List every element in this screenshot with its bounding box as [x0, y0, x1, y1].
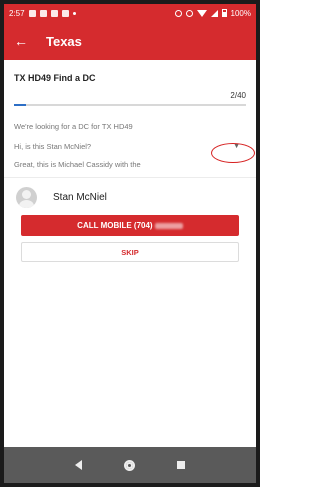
phone-screen: 2:57 100% ← Texas TX HD49 Find a DC 2/40… [4, 4, 256, 483]
wifi-icon [196, 9, 207, 17]
avatar [16, 187, 37, 208]
task-title: TX HD49 Find a DC [14, 73, 96, 83]
data-saver-icon [174, 9, 182, 17]
app-notification-icon [39, 9, 47, 17]
app-bar-title: Texas [46, 33, 82, 49]
avatar-body-icon [19, 200, 34, 208]
progress-bar-fill [14, 104, 26, 106]
android-nav-bar [4, 447, 256, 483]
progress-count: 2/40 [230, 91, 246, 100]
call-mobile-button[interactable]: CALL MOBILE (704) [21, 215, 239, 236]
status-right: 100% [174, 8, 251, 18]
script-line-greeting: Hi, is this Stan McNiel? [14, 142, 92, 151]
status-time: 2:57 [9, 8, 25, 18]
nav-back-icon[interactable] [75, 460, 82, 470]
contact-row: Stan McNiel [4, 177, 256, 211]
script-line-intro: We're looking for a DC for TX HD49 [14, 122, 133, 131]
nav-home-icon[interactable] [124, 459, 135, 471]
back-arrow-icon[interactable]: ← [14, 33, 32, 49]
annotation-circle [211, 143, 255, 163]
gallery-icon [28, 9, 36, 17]
app-bar: ← Texas [4, 22, 256, 60]
more-notifications-icon [72, 11, 76, 15]
sync-icon [61, 9, 69, 17]
call-mobile-label: CALL MOBILE (704) [77, 221, 153, 230]
contact-card: Stan McNiel CALL MOBILE (704) SKIP [4, 177, 256, 262]
contact-name: Stan McNiel [53, 192, 107, 203]
skip-button[interactable]: SKIP [21, 242, 239, 262]
hotspot-icon [185, 9, 193, 17]
status-bar: 2:57 100% [4, 4, 256, 22]
nav-recents-icon[interactable] [177, 461, 185, 469]
script-line-followup: Great, this is Michael Cassidy with the [14, 160, 141, 169]
avatar-head-icon [22, 190, 31, 199]
battery-percent: 100% [230, 8, 251, 18]
redacted-number [154, 222, 183, 229]
battery-icon [221, 9, 227, 17]
notification-icon [50, 9, 58, 17]
progress-bar [14, 104, 246, 106]
status-left: 2:57 [9, 9, 76, 18]
signal-icon [210, 9, 218, 17]
phone-frame: 2:57 100% ← Texas TX HD49 Find a DC 2/40… [0, 0, 260, 487]
